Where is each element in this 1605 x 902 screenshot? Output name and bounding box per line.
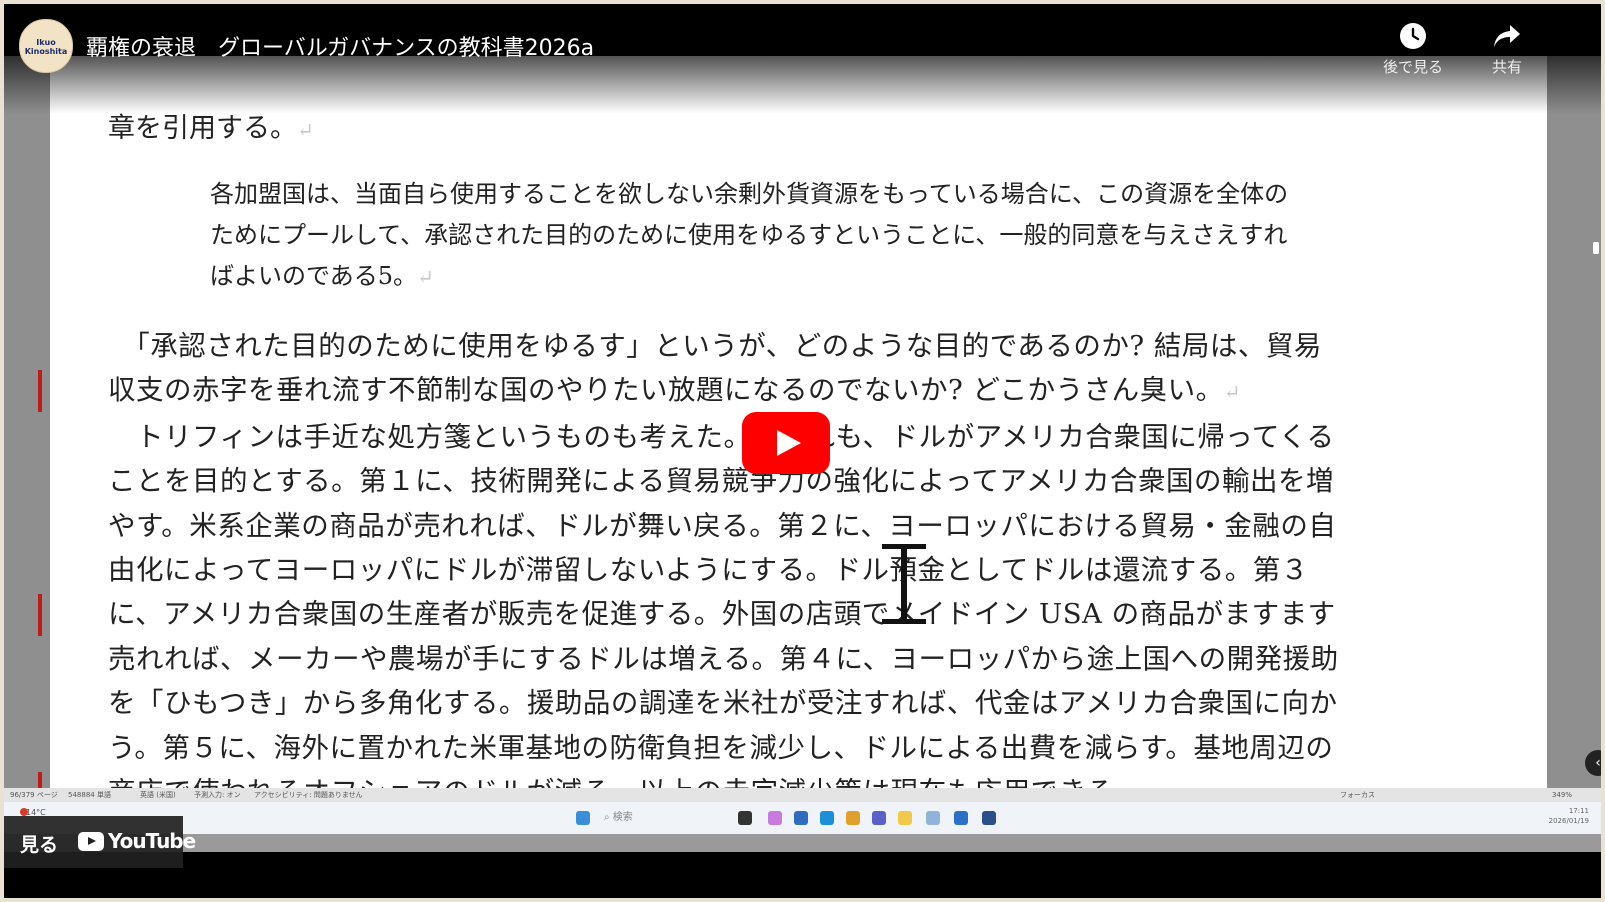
chrome-icon[interactable]	[846, 811, 860, 825]
app-icon[interactable]	[982, 811, 996, 825]
outlook-icon[interactable]	[794, 811, 808, 825]
share-arrow-icon	[1494, 25, 1520, 47]
revision-bar	[38, 594, 42, 636]
watch-later-label: 後で見る	[1382, 58, 1443, 76]
quote-line: ばよいのである5。↵	[210, 262, 434, 290]
body-line: に、アメリカ合衆国の生産者が販売を促進する。外国の店頭でメイドイン USA の商…	[108, 598, 1336, 631]
teams-icon[interactable]	[872, 811, 886, 825]
taskbar-search[interactable]: ⌕ 検索	[604, 810, 714, 826]
folder-icon[interactable]	[898, 811, 912, 825]
watch-later-clock-icon	[1400, 23, 1426, 49]
body-line: 由化によってヨーロッパにドルが滞留しないようにする。ドル預金としてドルは還流する…	[108, 554, 1309, 587]
video-title[interactable]: 覇権の衰退 グローバルガバナンスの教科書2026a	[86, 30, 594, 62]
revision-bar	[38, 370, 42, 412]
start-icon[interactable]	[576, 811, 590, 825]
video-player[interactable]: 章を引用する。↵ 各加盟国は、当面自ら使用することを欲しない余剰外貨資源をもって…	[4, 4, 1601, 898]
taskview-icon[interactable]	[738, 811, 752, 825]
widget-icon[interactable]	[768, 811, 782, 825]
paragraph-mark-icon: ↵	[417, 265, 434, 289]
scrollbar-thumb	[1593, 242, 1599, 254]
settings-icon[interactable]	[926, 811, 940, 825]
edge-icon[interactable]	[820, 811, 834, 825]
play-button[interactable]	[742, 412, 830, 474]
window-margin-right	[1547, 56, 1601, 796]
watch-on-label: 見る	[20, 834, 59, 856]
watch-later-button[interactable]: 後で見る	[1373, 22, 1453, 77]
youtube-wordmark: YouTube	[108, 829, 196, 853]
status-zoom[interactable]: 349%	[1552, 788, 1572, 802]
windows-taskbar: 14°C ⌕ 検索 17:11 2026/01/19	[4, 802, 1601, 834]
status-accessibility[interactable]: アクセシビリティ: 問題ありません	[254, 788, 363, 802]
play-icon	[777, 430, 801, 456]
share-label: 共有	[1491, 58, 1522, 76]
status-page: 96/379 ページ	[10, 791, 58, 799]
youtube-logo-icon	[78, 832, 104, 851]
body-line: 収支の赤字を垂れ流す不節制な国のやりたい放題になるのでないか? どこかうさん臭い…	[108, 374, 1241, 407]
word-status-bar: 96/379 ページ 548884 単語 英語 (米国) 予測入力: オン アク…	[4, 788, 1601, 802]
status-input-mode: 予測入力: オン	[194, 791, 241, 799]
window-margin-left	[4, 56, 50, 796]
body-line: を「ひもつき」から多角化する。援助品の調達を米社が受注すれば、代金はアメリカ合衆…	[108, 687, 1338, 720]
quote-line: ためにプールして、承認された目的のために使用をゆるすということに、一般的同意を与…	[210, 221, 1288, 249]
status-language[interactable]: 英語 (米国)	[140, 788, 176, 802]
block-quote: 各加盟国は、当面自ら使用することを欲しない余剰外貨資源をもっている場合に、この資…	[210, 174, 1390, 298]
quote-line: 各加盟国は、当面自ら使用することを欲しない余剰外貨資源をもっている場合に、この資…	[210, 180, 1289, 208]
paragraph-mark-icon: ↵	[297, 118, 314, 142]
word-icon[interactable]	[954, 811, 968, 825]
text-cursor-icon	[882, 544, 926, 624]
status-focus[interactable]: フォーカス	[1340, 788, 1375, 802]
paragraph-mark-icon: ↵	[1223, 380, 1241, 405]
watch-on-youtube-button[interactable]: 見る YouTube	[4, 816, 196, 868]
body-line: う。第５に、海外に置かれた米軍基地の防衛負担を減少し、ドルによる出費を減らす。基…	[108, 731, 1334, 764]
share-button[interactable]: 共有	[1467, 22, 1547, 77]
body-line: 売れれば、メーカーや農場が手にするドルは増える。第４に、ヨーロッパから途上国への…	[108, 642, 1339, 675]
body-line: やす。米系企業の商品が売れれば、ドルが舞い戻る。第２に、ヨーロッパにおける貿易・…	[108, 509, 1337, 542]
body-line: 「承認された目的のために使用をゆるす」というが、どのような目的であるのか? 結局…	[108, 330, 1322, 362]
system-clock[interactable]: 17:11 2026/01/19	[1549, 806, 1589, 826]
channel-avatar[interactable]: Ikuo Kinoshita	[19, 19, 73, 73]
status-words: 548884 単語	[68, 791, 111, 799]
body-text: 「承認された目的のために使用をゆるす」というが、どのような目的であるのか? 結局…	[108, 324, 1408, 796]
